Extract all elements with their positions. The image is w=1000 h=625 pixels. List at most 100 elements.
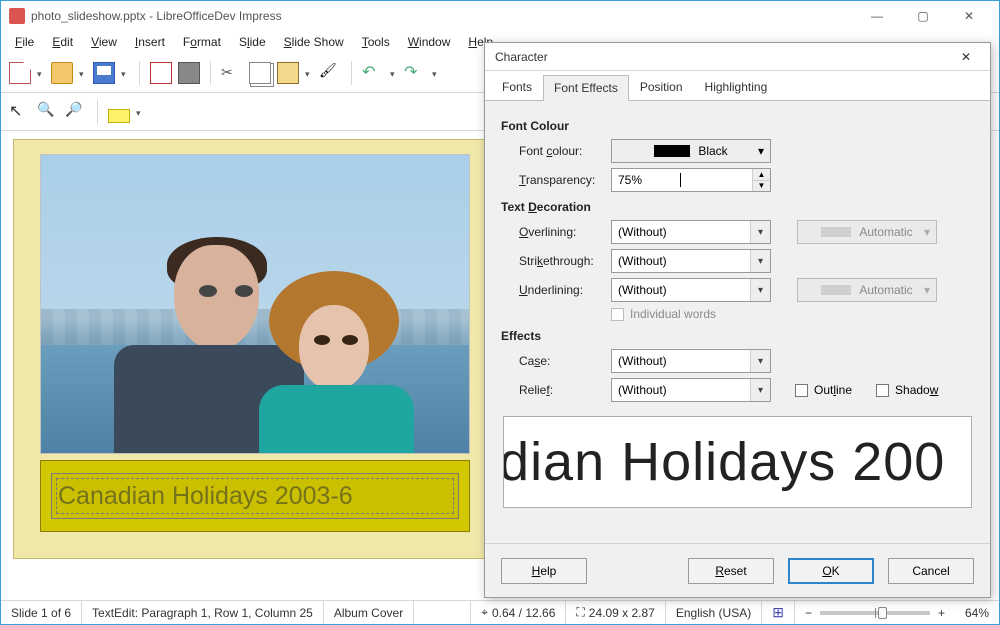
chevron-down-icon: ▾: [758, 144, 764, 158]
save-icon[interactable]: [93, 62, 115, 84]
highlight-color-icon[interactable]: [108, 109, 130, 123]
save-dropdown[interactable]: [121, 62, 129, 84]
copy-icon[interactable]: [249, 62, 271, 84]
title-edit-frame[interactable]: Canadian Holidays 2003-6: [51, 473, 459, 519]
print-icon[interactable]: [178, 62, 200, 84]
menu-insert[interactable]: Insert: [127, 33, 173, 51]
tab-position[interactable]: Position: [629, 74, 694, 100]
ok-button[interactable]: OK: [788, 558, 874, 584]
title-placeholder[interactable]: Canadian Holidays 2003-6: [40, 460, 470, 532]
fit-slide-icon[interactable]: [762, 601, 795, 624]
relief-combo[interactable]: (Without): [611, 378, 771, 402]
open-dropdown[interactable]: [79, 62, 87, 84]
zoom-out-icon[interactable]: [37, 101, 59, 123]
title-text[interactable]: Canadian Holidays 2003-6: [58, 482, 353, 511]
chevron-down-icon: [750, 250, 770, 272]
status-context: TextEdit: Paragraph 1, Row 1, Column 25: [82, 601, 324, 624]
redo-dropdown[interactable]: [432, 62, 440, 84]
zoom-value[interactable]: 64%: [955, 601, 999, 624]
dialog-footer: Help Reset OK Cancel: [485, 543, 990, 597]
tab-fonts[interactable]: Fonts: [491, 74, 543, 100]
help-button[interactable]: Help: [501, 558, 587, 584]
minimize-button[interactable]: —: [855, 2, 899, 30]
close-button[interactable]: ✕: [947, 2, 991, 30]
new-icon[interactable]: [9, 62, 31, 84]
paste-dropdown[interactable]: [305, 62, 313, 84]
cut-icon[interactable]: [221, 62, 243, 84]
slide[interactable]: Canadian Holidays 2003-6: [13, 139, 493, 559]
size-icon: ⛶: [576, 605, 584, 620]
menu-tools[interactable]: Tools: [354, 33, 398, 51]
preview-panel: adian Holidays 200: [503, 416, 972, 508]
strikethrough-combo[interactable]: (Without): [611, 249, 771, 273]
menu-slideshow[interactable]: Slide Show: [276, 33, 352, 51]
chevron-down-icon: [750, 221, 770, 243]
paste-icon[interactable]: [277, 62, 299, 84]
chevron-down-icon: [750, 350, 770, 372]
status-spacer: [414, 601, 471, 624]
transparency-spin[interactable]: ▲▼: [611, 168, 771, 192]
label-font-colour: Font colour:: [501, 144, 611, 158]
label-case: Case:: [501, 354, 611, 368]
shadow-checkbox[interactable]: Shadow: [876, 383, 938, 397]
slide-photo[interactable]: [40, 154, 470, 454]
status-lang[interactable]: English (USA): [666, 601, 762, 624]
zoom-in-button[interactable]: +: [938, 606, 945, 620]
dialog-body: Font Colour Font colour: Black ▾ Transpa…: [485, 101, 990, 518]
maximize-button[interactable]: ▢: [901, 2, 945, 30]
menu-file[interactable]: File: [7, 33, 42, 51]
dialog-close-button[interactable]: ✕: [952, 50, 980, 64]
zoom-slider[interactable]: [820, 611, 930, 615]
menu-slide[interactable]: Slide: [231, 33, 274, 51]
section-effects: Effects: [501, 329, 974, 343]
font-colour-combo[interactable]: Black ▾: [611, 139, 771, 163]
colour-swatch-icon: [654, 145, 690, 157]
menu-window[interactable]: Window: [400, 33, 459, 51]
zoom-out-button[interactable]: −: [805, 606, 812, 620]
undo-icon[interactable]: [362, 62, 384, 84]
overlining-combo[interactable]: (Without): [611, 220, 771, 244]
cancel-button[interactable]: Cancel: [888, 558, 974, 584]
crosshair-icon: ⌖: [481, 605, 488, 620]
label-overlining: Overlining:: [501, 225, 611, 239]
reset-button[interactable]: Reset: [688, 558, 774, 584]
menu-edit[interactable]: Edit: [44, 33, 81, 51]
redo-icon[interactable]: [404, 62, 426, 84]
label-underlining: Underlining:: [501, 283, 611, 297]
tab-highlighting[interactable]: Highlighting: [694, 74, 779, 100]
dialog-titlebar: Character ✕: [485, 43, 990, 71]
transparency-input[interactable]: [618, 173, 678, 187]
label-strikethrough: Strikethrough:: [501, 254, 611, 268]
dialog-title: Character: [495, 50, 952, 64]
case-combo[interactable]: (Without): [611, 349, 771, 373]
separator: [97, 100, 98, 124]
menu-view[interactable]: View: [83, 33, 125, 51]
underlining-combo[interactable]: (Without): [611, 278, 771, 302]
new-dropdown[interactable]: [37, 62, 45, 84]
label-relief: Relief:: [501, 383, 611, 397]
dialog-tabs: Fonts Font Effects Position Highlighting: [485, 71, 990, 101]
chevron-down-icon: [750, 379, 770, 401]
spin-down-icon[interactable]: ▼: [753, 181, 770, 192]
export-pdf-icon[interactable]: [150, 62, 172, 84]
status-pos: ⌖0.64 / 12.66: [471, 601, 566, 624]
label-transparency: Transparency:: [501, 173, 611, 187]
separator: [351, 61, 352, 85]
undo-dropdown[interactable]: [390, 62, 398, 84]
section-font-colour: Font Colour: [501, 119, 974, 133]
character-dialog: Character ✕ Fonts Font Effects Position …: [484, 42, 991, 598]
highlight-dropdown[interactable]: [136, 101, 144, 123]
open-icon[interactable]: [51, 62, 73, 84]
zoom-in-icon[interactable]: [65, 101, 87, 123]
outline-checkbox[interactable]: Outline: [795, 383, 852, 397]
overline-colour-combo: Automatic▾: [797, 220, 937, 244]
menu-format[interactable]: Format: [175, 33, 229, 51]
separator: [210, 61, 211, 85]
statusbar: Slide 1 of 6 TextEdit: Paragraph 1, Row …: [1, 600, 999, 624]
tab-font-effects[interactable]: Font Effects: [543, 75, 629, 101]
spin-up-icon[interactable]: ▲: [753, 169, 770, 181]
zoom-controls: − +: [795, 601, 955, 624]
select-icon[interactable]: [9, 101, 31, 123]
clone-format-icon[interactable]: [319, 62, 341, 84]
window-title: photo_slideshow.pptx - LibreOfficeDev Im…: [31, 9, 855, 23]
